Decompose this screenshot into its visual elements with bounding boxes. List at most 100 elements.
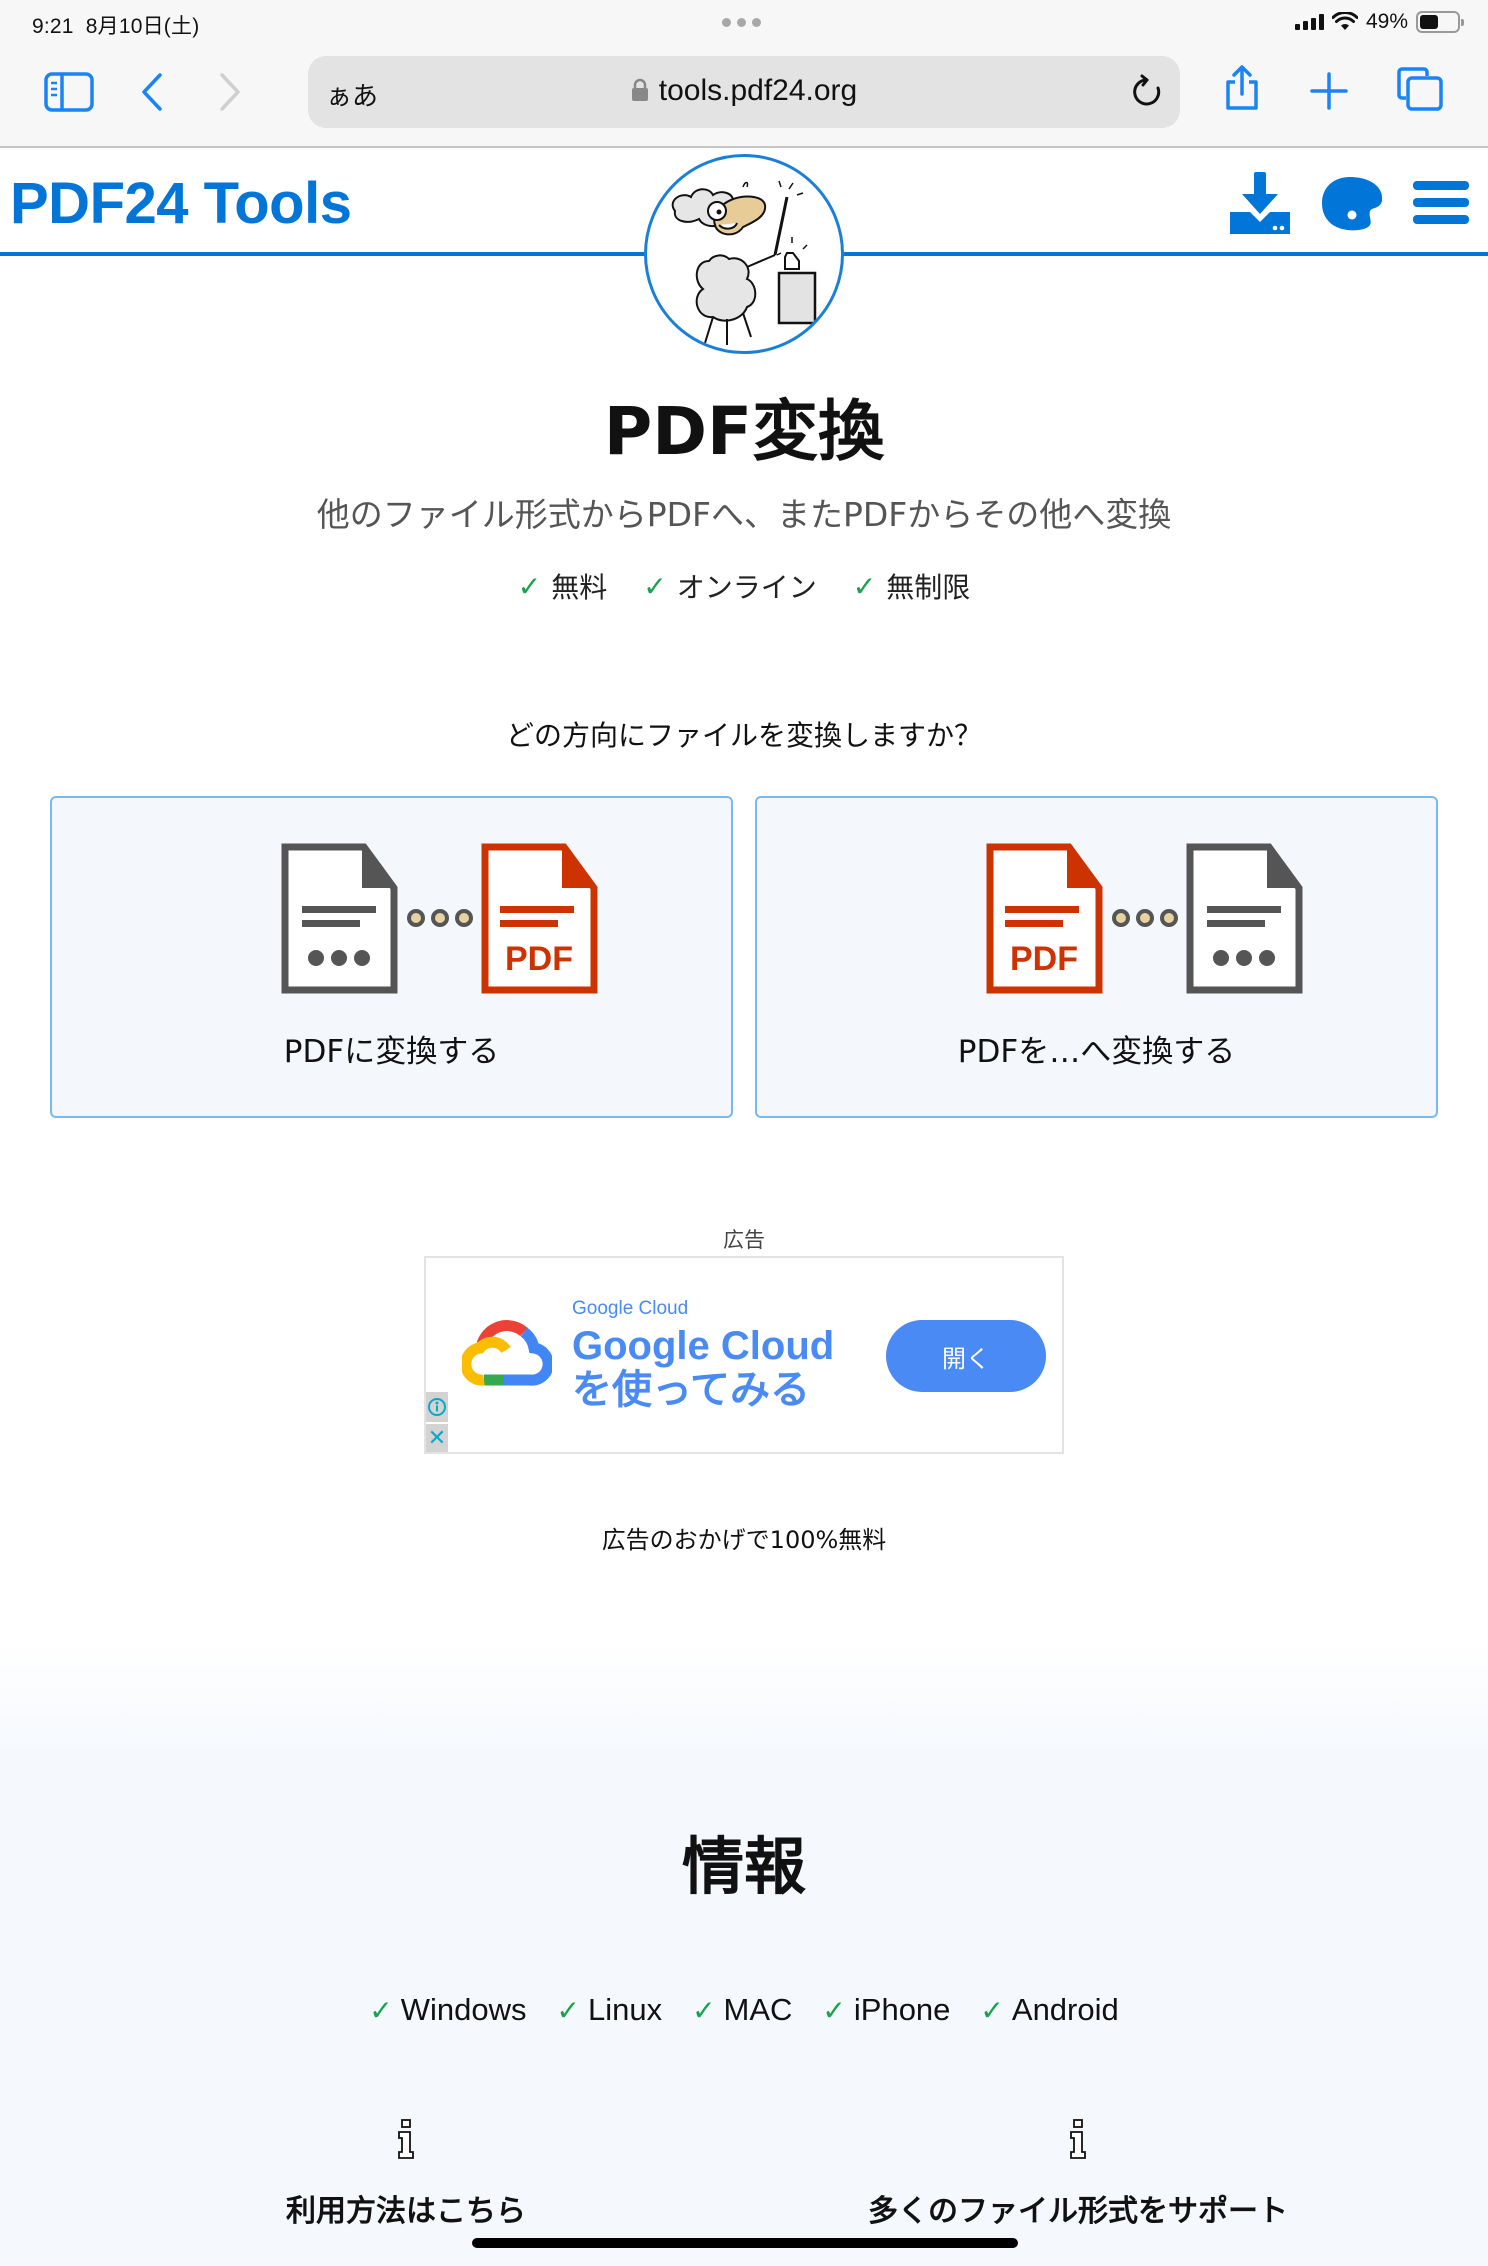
address-bar[interactable]: ぁあ tools.pdf24.org	[308, 56, 1180, 128]
multitasking-dots[interactable]	[722, 18, 761, 27]
checkmark-icon: ✓	[692, 1994, 716, 2026]
feature-label: 無制限	[886, 571, 971, 604]
ad-headline-line: を使ってみる	[572, 1367, 810, 1413]
ad-close-button[interactable]: ✕	[426, 1424, 448, 1452]
convert-to-pdf-card[interactable]: PDF PDFに変換する	[50, 796, 733, 1118]
platform-item: ✓ Android	[980, 1992, 1118, 2028]
reload-icon	[1133, 74, 1161, 106]
platform-label: MAC	[723, 1992, 793, 2027]
info-item-label: 多くのファイル形式をサポート	[868, 2194, 1288, 2229]
battery-level	[1420, 15, 1438, 29]
home-indicator[interactable]	[472, 2238, 1018, 2248]
convert-from-pdf-card[interactable]: PDF PDFを…へ変換する	[755, 796, 1438, 1118]
close-icon: ✕	[427, 1425, 447, 1451]
plus-icon	[1310, 72, 1348, 110]
brand-logo-link[interactable]: PDF24 Tools	[10, 170, 352, 237]
new-tab-button[interactable]	[1310, 72, 1348, 110]
ad-headline-line: Google Cloud	[572, 1324, 835, 1368]
pdf-file-icon: PDF	[481, 843, 597, 994]
checkmark-icon: ✓	[556, 1994, 580, 2026]
conversion-direction-question: どの方向にファイルを変換しますか？	[505, 719, 982, 752]
feature-item: ✓ 無制限	[853, 566, 970, 606]
battery-percent: 49%	[1365, 10, 1408, 33]
theme-button[interactable]	[1320, 175, 1384, 235]
platform-item: ✓ MAC	[692, 1992, 792, 2028]
checkmark-icon: ✓	[517, 569, 542, 603]
sheep-mascot-icon	[671, 180, 817, 345]
google-cloud-logo	[460, 1318, 554, 1392]
document-icon	[281, 843, 397, 994]
chevron-left-icon	[142, 73, 162, 111]
sidebar-button[interactable]	[44, 72, 94, 112]
info-item-label: 利用方法はこちら	[286, 2194, 526, 2229]
status-bar: 9:21 8月10日(土) 49%	[0, 0, 1488, 46]
browser-chrome: 9:21 8月10日(土) 49% ぁあ tools.pdf24.org	[0, 0, 1488, 148]
status-indicators: 49%	[1294, 10, 1464, 34]
ad-headline[interactable]: Google Cloud を使ってみる	[572, 1324, 834, 1412]
browser-toolbar: ぁあ tools.pdf24.org	[0, 54, 1488, 130]
header-actions	[1228, 170, 1470, 240]
pdf-icon-label: PDF	[1010, 940, 1078, 978]
feature-item: ✓ オンライン	[643, 566, 816, 606]
platform-label: Android	[1011, 1992, 1119, 2027]
info-icon	[428, 1398, 446, 1416]
sidebar-icon	[44, 72, 94, 112]
chevron-right-icon	[220, 73, 240, 111]
platform-item: ✓ Linux	[556, 1992, 662, 2028]
platform-item: ✓ iPhone	[822, 1992, 950, 2028]
tabs-overview-button[interactable]	[1396, 66, 1444, 112]
reload-button[interactable]	[1130, 74, 1164, 114]
checkmark-icon: ✓	[852, 569, 877, 603]
conversion-graphic: PDF	[757, 838, 1436, 998]
share-button[interactable]	[1222, 64, 1262, 112]
cellular-signal-icon	[1294, 14, 1324, 30]
platform-label: Windows	[400, 1992, 527, 2027]
time-text: 9:21	[32, 15, 74, 38]
main-menu-button[interactable]	[1412, 177, 1470, 233]
checkmark-icon: ✓	[980, 1994, 1004, 2026]
platform-label: Linux	[587, 1992, 663, 2027]
convert-to-pdf-label: PDFに変換する	[283, 1034, 500, 1070]
info-section-title: 情報	[681, 1830, 806, 1903]
lock-icon	[631, 78, 648, 101]
checkmark-icon: ✓	[369, 1994, 393, 2026]
ad-banner[interactable]: Google Cloud Google Cloud を使ってみる 開く ✕	[424, 1256, 1064, 1454]
status-time: 9:21 8月10日(土)	[32, 10, 199, 40]
ad-open-button[interactable]: 開く	[886, 1320, 1046, 1392]
back-button[interactable]	[138, 72, 168, 112]
download-icon	[1230, 172, 1290, 234]
download-button[interactable]	[1228, 170, 1292, 240]
page-subtitle: 他のファイル形式からPDFへ、またPDFからその他へ変換	[316, 495, 1172, 534]
palette-icon	[1322, 177, 1383, 231]
checkmark-icon: ✓	[822, 1994, 846, 2026]
feature-label: オンライン	[676, 571, 817, 604]
url-text: tools.pdf24.org	[658, 74, 858, 107]
info-item-file-formats: 多くのファイル形式をサポート	[866, 2118, 1290, 2230]
conversion-options: PDF PDFに変換する PDF PDFを…へ変換する	[50, 796, 1438, 1118]
conversion-graphic: PDF	[52, 838, 731, 998]
ad-label: 広告	[723, 1228, 765, 1252]
site-header: PDF24 Tools	[0, 150, 1488, 360]
convert-from-pdf-label: PDFを…へ変換する	[957, 1034, 1236, 1070]
info-i-icon	[1070, 2119, 1086, 2159]
url-display[interactable]: tools.pdf24.org	[308, 74, 1180, 108]
platform-item: ✓ Windows	[369, 1992, 526, 2028]
page-title: PDF変換	[603, 393, 885, 470]
wifi-icon	[1331, 12, 1358, 30]
battery-icon	[1416, 11, 1464, 33]
date-text: 8月10日(土)	[85, 15, 200, 38]
info-i-icon	[398, 2119, 414, 2159]
tabs-icon	[1397, 67, 1443, 111]
feature-label: 無料	[551, 571, 608, 604]
pdf-icon-label: PDF	[505, 940, 573, 978]
platform-label: iPhone	[853, 1992, 951, 2027]
document-icon	[1186, 843, 1302, 994]
forward-button[interactable]	[214, 72, 244, 112]
feature-item: ✓ 無料	[518, 566, 607, 606]
platform-list: ✓ Windows ✓ Linux ✓ MAC ✓ iPhone ✓ Android	[0, 1992, 1488, 2028]
mascot-logo[interactable]	[644, 154, 844, 354]
ad-choices-button[interactable]	[426, 1392, 448, 1422]
google-cloud-icon	[460, 1320, 554, 1386]
hamburger-menu-icon	[1413, 181, 1469, 224]
ad-advertiser: Google Cloud	[572, 1298, 689, 1319]
